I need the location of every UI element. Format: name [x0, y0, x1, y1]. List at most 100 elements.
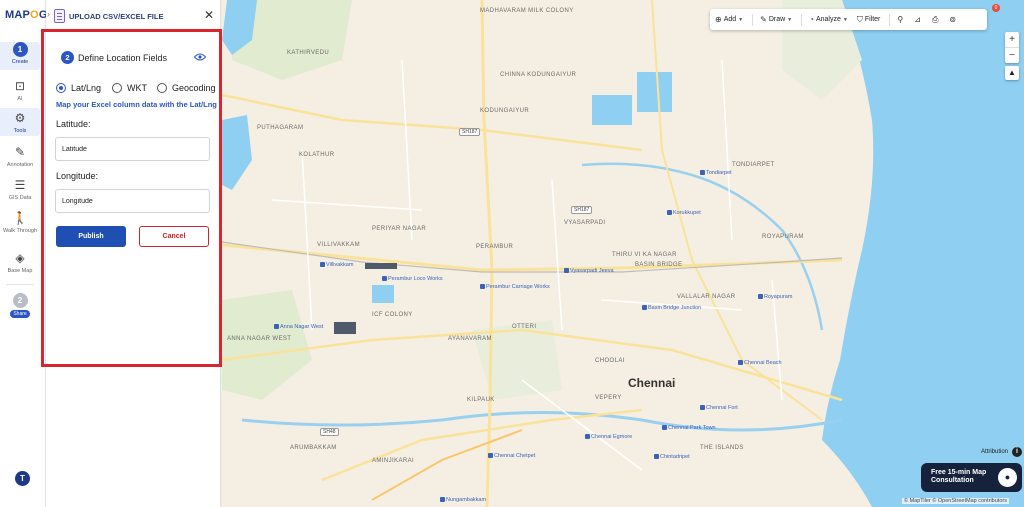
rail-tools-label: Tools — [13, 128, 27, 134]
print-button[interactable]: ⎙ — [932, 15, 940, 25]
compass-icon: ▲ — [1008, 68, 1016, 77]
train-icon — [585, 434, 590, 440]
publish-button[interactable]: Publish — [56, 226, 126, 247]
train-icon — [654, 454, 659, 460]
radio-latlng-button[interactable] — [56, 83, 66, 93]
train-icon — [564, 268, 569, 274]
area-label: AMINJIKARAI — [372, 458, 415, 464]
train-icon — [382, 276, 387, 282]
station-label: Chintadripet — [654, 454, 690, 461]
station-label: Villivakkam — [320, 262, 353, 269]
area-label: THE ISLANDS — [700, 445, 744, 451]
latitude-field[interactable] — [55, 137, 210, 161]
compass-button[interactable]: ▲ — [1005, 66, 1019, 80]
locate-button[interactable]: ⊚ — [949, 15, 958, 24]
radio-wkt[interactable]: WKT — [112, 82, 147, 94]
measure-button[interactable]: ⊿ — [914, 15, 923, 24]
rail-walk-through[interactable]: 🚶 Walk Through — [0, 210, 40, 235]
area-label: KOLATHUR — [299, 152, 335, 158]
notification-badge[interactable]: 0 — [992, 4, 1000, 12]
rail-create[interactable]: 1 Create — [0, 42, 40, 70]
area-label: ICF COLONY — [372, 312, 413, 318]
draw-menu[interactable]: ✎ Draw ▼ — [760, 15, 792, 24]
area-label: AYANAVARAM — [448, 336, 492, 342]
radio-geocoding-button[interactable] — [157, 83, 167, 93]
crosshair-icon: ⊚ — [949, 15, 957, 24]
radio-latlng-label: Lat/Lng — [71, 83, 102, 93]
rail-ai-label: AI — [17, 96, 23, 102]
train-icon — [642, 305, 647, 311]
close-icon[interactable]: ✕ — [204, 9, 214, 21]
attribution-label[interactable]: Attribution — [981, 449, 1008, 455]
train-icon — [667, 210, 672, 216]
eye-icon[interactable] — [194, 53, 206, 61]
train-icon — [320, 262, 325, 268]
info-icon[interactable]: i — [1012, 447, 1022, 457]
train-icon — [480, 284, 485, 290]
area-label: ANNA NAGAR WEST — [227, 336, 292, 342]
radio-geocoding-label: Geocoding — [172, 83, 216, 93]
radio-latlng[interactable]: Lat/Lng — [56, 82, 101, 94]
pie-chart-icon: ◔ — [809, 15, 814, 24]
rail-share[interactable]: 2 Share — [0, 293, 40, 318]
area-label: VALLALAR NAGAR — [677, 294, 736, 300]
map-credits[interactable]: © MapTiler © OpenStreetMap contributors — [902, 498, 1009, 504]
rail-ai[interactable]: ⊡ AI — [0, 78, 40, 102]
rail-share-label: Share — [10, 310, 30, 318]
analyze-menu[interactable]: ◔ Analyze ▼ — [809, 15, 848, 24]
layers-icon: ◈ — [15, 251, 25, 265]
map-toolbar: ⊕ Add ▼ ✎ Draw ▼ ◔ Analyze ▼ ⛉ Filter ⚲ ⊿ ⎙ ⊚ — [710, 9, 987, 30]
consultation-button[interactable]: Free 15-min Map Consultation ● — [921, 463, 1022, 492]
panel-header: › UPLOAD CSV/EXCEL FILE ✕ — [46, 0, 221, 32]
pencil-icon: ✎ — [760, 15, 767, 24]
toolbar-divider — [752, 13, 754, 26]
radio-wkt-button[interactable] — [112, 83, 122, 93]
area-label: PERIYAR NAGAR — [372, 226, 427, 232]
area-label: ROYAPURAM — [762, 234, 804, 240]
panel-title: UPLOAD CSV/EXCEL FILE — [69, 12, 164, 21]
area-label: VYASARPADI — [564, 220, 606, 226]
filter-button[interactable]: ⛉ Filter — [857, 15, 881, 25]
station-label: Chennai Park Town — [662, 425, 716, 432]
zoom-in-button[interactable]: + — [1005, 32, 1019, 47]
left-rail: MAPOG 1 Create ⊡ AI ⚙ Tools ✎ Annotation… — [0, 0, 48, 507]
area-label: CHOOLAI — [595, 358, 625, 364]
chevron-right-icon[interactable]: › — [47, 9, 50, 19]
toolbar-divider — [889, 13, 891, 26]
rail-gis-data-label: GIS Data — [8, 195, 32, 201]
caret-down-icon: ▼ — [842, 16, 848, 23]
area-label: BASIN BRIDGE — [635, 262, 683, 268]
zoom-out-button[interactable]: − — [1005, 47, 1019, 62]
rail-gis-data[interactable]: ☰ GIS Data — [0, 177, 40, 201]
printer-icon: ⎙ — [931, 14, 939, 24]
chat-icon[interactable]: ● — [998, 468, 1017, 487]
train-icon — [440, 497, 445, 503]
station-label: Chennai Beach — [738, 360, 782, 367]
area-label: PERAMBUR — [476, 244, 514, 250]
road-shield: SH48 — [320, 428, 339, 436]
rail-tools[interactable]: ⚙ Tools — [0, 108, 40, 136]
rail-base-map[interactable]: ◈ Base Map — [0, 250, 40, 274]
train-icon — [488, 453, 493, 459]
mapog-logo[interactable]: MAPOG — [5, 9, 48, 21]
train-icon — [758, 294, 763, 300]
ai-icon: ⊡ — [14, 79, 26, 93]
ruler-icon: ⊿ — [914, 15, 921, 24]
rail-annotation[interactable]: ✎ Annotation — [0, 144, 40, 168]
add-menu[interactable]: ⊕ Add ▼ — [715, 15, 743, 24]
radio-geocoding[interactable]: Geocoding — [157, 82, 216, 94]
search-button[interactable]: ⚲ — [897, 15, 905, 24]
plus-circle-icon: ⊕ — [715, 15, 722, 24]
train-icon — [700, 170, 705, 176]
station-label: Vyasarpadi Jeeva — [564, 268, 614, 275]
station-label: Chennai Fort — [700, 405, 738, 412]
station-label: Royapuram — [758, 294, 792, 301]
train-icon — [700, 405, 705, 411]
station-label: Basin Bridge Junction — [642, 305, 701, 312]
cancel-button[interactable]: Cancel — [139, 226, 209, 247]
user-avatar[interactable]: T — [15, 471, 30, 486]
longitude-field[interactable] — [55, 189, 210, 213]
map-canvas[interactable]: MADHAVARAM MILK COLONY KATHIRVEDU CHINNA… — [222, 0, 1024, 507]
station-label: Chennai Egmore — [585, 434, 632, 441]
area-label: KATHIRVEDU — [287, 50, 330, 56]
